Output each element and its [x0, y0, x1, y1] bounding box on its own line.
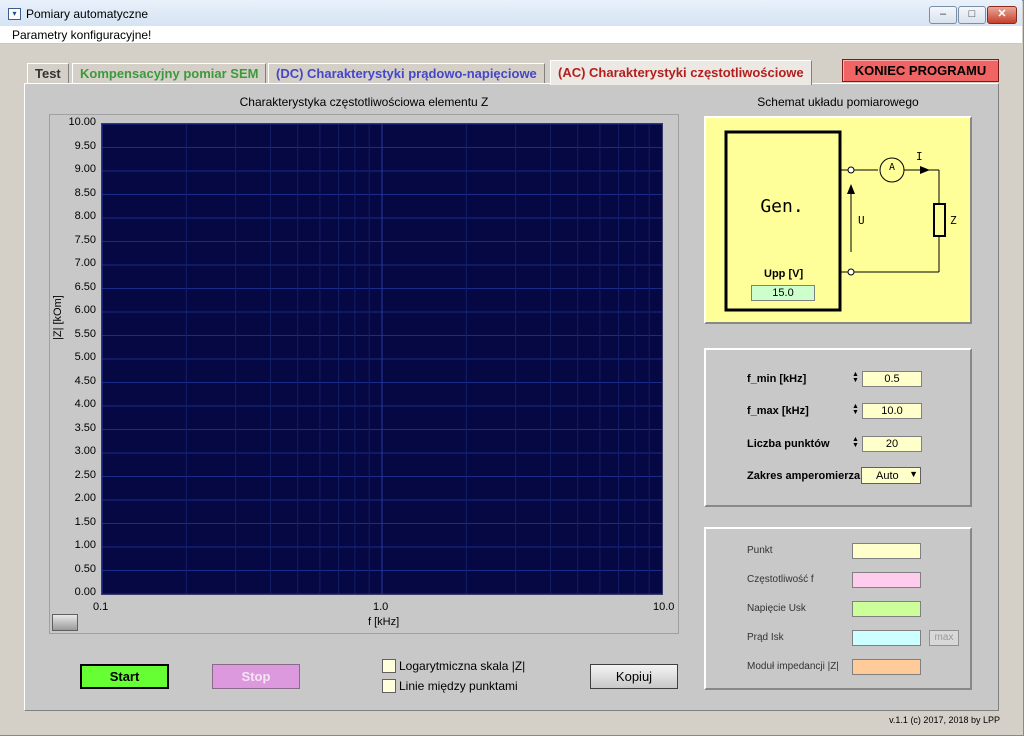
copy-button[interactable]: Kopiuj [590, 664, 678, 689]
freq-indicator [852, 572, 921, 588]
voltage-indicator [852, 601, 921, 617]
close-button[interactable]: ✕ [987, 6, 1017, 24]
point-label: Punkt [747, 545, 773, 556]
impedance-ind-label: Moduł impedancji |Z| [747, 661, 839, 672]
points-field[interactable]: 20 [862, 436, 922, 452]
tab-test[interactable]: Test [27, 63, 69, 84]
voltage-ind-label: Napięcie Usk [747, 603, 806, 614]
tab-sem[interactable]: Kompensacyjny pomiar SEM [72, 63, 267, 84]
y-tick-label: 0.50 [74, 562, 96, 575]
y-tick-label: 4.50 [74, 374, 96, 387]
x-axis-label: f [kHz] [368, 616, 400, 628]
plot-grid [102, 124, 662, 594]
lines-checkbox[interactable] [382, 679, 396, 693]
y-tick-label: 8.50 [74, 186, 96, 199]
stop-button[interactable]: Stop [212, 664, 300, 689]
current-ind-label: Prąd Isk [747, 632, 784, 643]
dropdown-arrow-icon: ▼ [909, 469, 918, 479]
ammeter-label: A [888, 162, 896, 173]
y-axis-label: |Z| [kOm] [52, 295, 64, 340]
impedance-label: Z [950, 214, 957, 227]
x-tick-label: 0.1 [93, 601, 109, 613]
max-button[interactable]: max [929, 630, 959, 646]
end-program-button[interactable]: KONIEC PROGRAMU [842, 59, 999, 82]
y-tick-label: 8.00 [74, 210, 96, 222]
range-value: Auto [876, 470, 899, 482]
y-tick-label: 10.00 [68, 116, 96, 128]
tab-dc[interactable]: (DC) Charakterystyki prądowo-napięciowe [268, 63, 545, 84]
y-tick-label: 7.00 [74, 257, 96, 269]
range-select[interactable]: Auto ▼ [861, 467, 921, 484]
y-tick-label: 0.00 [74, 586, 96, 598]
current-indicator [852, 630, 921, 646]
y-tick-label: 9.00 [74, 163, 96, 175]
fmin-spinner[interactable]: ▲ ▼ [852, 371, 859, 386]
y-tick-label: 1.00 [74, 539, 96, 551]
version-label: v.1.1 (c) 2017, 2018 by LPP [889, 715, 1000, 725]
menu-config[interactable]: Parametry konfiguracyjne! [12, 28, 151, 42]
tab-ac-label: (AC) Charakterystyki częstotliwościowe [558, 65, 804, 80]
plot-scroll-button[interactable] [52, 614, 78, 631]
y-tick-label: 5.00 [74, 351, 96, 363]
upp-field[interactable]: 15.0 [751, 285, 815, 301]
x-tick-label: 10.0 [653, 601, 675, 613]
params-group [704, 348, 972, 507]
points-spinner[interactable]: ▲ ▼ [852, 436, 859, 451]
start-button[interactable]: Start [80, 664, 169, 689]
y-tick-label: 2.50 [74, 468, 96, 481]
title-bar: ▾ Pomiary automatyczne – □ ✕ [0, 0, 1022, 26]
tab-dc-label: (DC) Charakterystyki prądowo-napięciowe [276, 66, 537, 81]
maximize-button[interactable]: □ [958, 6, 986, 24]
point-indicator [852, 543, 921, 559]
lines-label: Linie między punktami [399, 679, 518, 693]
chart-title: Charakterystyka częstotliwościowa elemen… [239, 95, 489, 109]
y-tick-label: 6.50 [74, 280, 96, 293]
log-scale-label: Logarytmiczna skala |Z| [399, 659, 526, 673]
tab-ac[interactable]: (AC) Charakterystyki częstotliwościowe [550, 60, 812, 85]
fmin-label: f_min [kHz] [747, 373, 807, 385]
y-tick-label: 9.50 [74, 139, 96, 152]
y-tick-label: 3.00 [74, 445, 96, 457]
fmax-spinner[interactable]: ▲ ▼ [852, 403, 859, 418]
y-tick-label: 1.50 [74, 515, 96, 528]
range-label: Zakres amperomierza [747, 470, 861, 482]
x-tick-label: 1.0 [373, 601, 389, 613]
y-tick-label: 7.50 [74, 233, 96, 246]
log-scale-checkbox[interactable] [382, 659, 396, 673]
fmin-field[interactable]: 0.5 [862, 371, 922, 387]
fmax-label: f_max [kHz] [747, 405, 809, 417]
points-label: Liczba punktów [747, 438, 830, 450]
y-tick-label: 3.50 [74, 421, 96, 434]
impedance-indicator [852, 659, 921, 675]
menu-bar: Parametry konfiguracyjne! [0, 26, 1022, 44]
upp-label: Upp [V] [764, 268, 804, 280]
plot-area[interactable] [101, 123, 663, 595]
tab-sem-label: Kompensacyjny pomiar SEM [80, 66, 259, 81]
generator-label: Gen. [760, 196, 804, 217]
scheme-title: Schemat układu pomiarowego [757, 95, 919, 109]
fmax-field[interactable]: 10.0 [862, 403, 922, 419]
y-tick-label: 2.00 [74, 492, 96, 504]
app-icon[interactable]: ▾ [8, 8, 21, 20]
scheme-diagram: Gen. A I U Z Upp [V] 15.0 [704, 116, 972, 324]
minimize-button[interactable]: – [929, 6, 957, 24]
voltage-label: U [858, 214, 865, 227]
tab-test-label: Test [35, 66, 61, 81]
y-tick-label: 4.00 [74, 398, 96, 410]
current-label: I [916, 150, 923, 163]
window-title: Pomiary automatyczne [26, 7, 149, 21]
scheme-svg [724, 130, 946, 312]
freq-label: Częstotliwość f [747, 574, 814, 585]
